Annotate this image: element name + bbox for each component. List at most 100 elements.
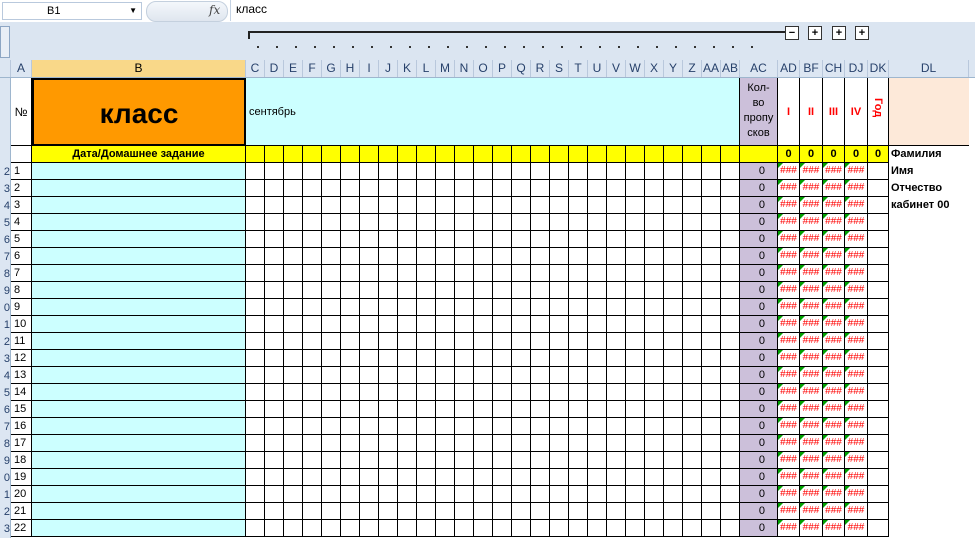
absence-count[interactable]: 0 (740, 248, 778, 265)
grade-cell[interactable] (436, 418, 455, 435)
grade-cell[interactable] (398, 401, 417, 418)
grade-cell[interactable] (607, 282, 626, 299)
row-header[interactable]: 4 (0, 198, 10, 215)
grade-cell[interactable] (455, 333, 474, 350)
empty-cell[interactable] (889, 520, 969, 537)
teacher-info[interactable]: Фамилия (889, 146, 969, 163)
row-header[interactable]: 8 (0, 436, 10, 453)
grade-cell[interactable] (550, 282, 569, 299)
grade-cell[interactable] (531, 367, 550, 384)
grade-cell[interactable] (683, 503, 702, 520)
quarter-grade[interactable]: ### (845, 435, 868, 452)
grade-cell[interactable] (550, 486, 569, 503)
grade-cell[interactable] (341, 401, 360, 418)
grade-cell[interactable] (569, 401, 588, 418)
grade-cell[interactable] (360, 248, 379, 265)
date-cell[interactable] (303, 146, 322, 163)
column-header[interactable]: G (322, 60, 341, 77)
grade-cell[interactable] (512, 299, 531, 316)
grade-cell[interactable] (588, 282, 607, 299)
grade-cell[interactable] (379, 316, 398, 333)
grade-cell[interactable] (664, 367, 683, 384)
grade-cell[interactable] (455, 197, 474, 214)
grade-cell[interactable] (702, 503, 721, 520)
column-header[interactable]: J (379, 60, 398, 77)
empty-cell[interactable] (889, 214, 969, 231)
grade-cell[interactable] (569, 452, 588, 469)
quarter-total[interactable]: 0 (823, 146, 845, 163)
student-name-cell[interactable] (32, 214, 246, 231)
year-grade-cell[interactable] (868, 520, 889, 537)
grade-cell[interactable] (512, 282, 531, 299)
quarter-grade[interactable]: ### (800, 452, 823, 469)
absence-count[interactable]: 0 (740, 197, 778, 214)
grade-cell[interactable] (550, 503, 569, 520)
grade-cell[interactable] (645, 265, 664, 282)
grade-cell[interactable] (588, 180, 607, 197)
quarter-grade[interactable]: ### (845, 197, 868, 214)
student-name-cell[interactable] (32, 299, 246, 316)
grade-cell[interactable] (455, 350, 474, 367)
grade-cell[interactable] (512, 435, 531, 452)
grade-cell[interactable] (607, 469, 626, 486)
row-header[interactable]: 9 (0, 453, 10, 470)
column-header[interactable]: Z (683, 60, 702, 77)
quarter-grade[interactable]: ### (778, 503, 800, 520)
grade-cell[interactable] (531, 486, 550, 503)
grade-cell[interactable] (664, 180, 683, 197)
month-header[interactable]: сентябрь (246, 78, 740, 146)
grade-cell[interactable] (702, 384, 721, 401)
grade-cell[interactable] (474, 435, 493, 452)
grade-cell[interactable] (569, 418, 588, 435)
grade-cell[interactable] (531, 316, 550, 333)
quarter-header[interactable]: IV (845, 78, 868, 146)
grade-cell[interactable] (246, 231, 265, 248)
grade-cell[interactable] (626, 299, 645, 316)
grade-cell[interactable] (379, 520, 398, 537)
grade-cell[interactable] (474, 418, 493, 435)
grade-cell[interactable] (436, 401, 455, 418)
year-grade-cell[interactable] (868, 384, 889, 401)
column-header[interactable]: S (550, 60, 569, 77)
grade-cell[interactable] (721, 486, 740, 503)
grade-cell[interactable] (322, 401, 341, 418)
row-header[interactable]: 6 (0, 402, 10, 419)
grade-cell[interactable] (379, 503, 398, 520)
grade-cell[interactable] (702, 469, 721, 486)
grade-cell[interactable] (246, 265, 265, 282)
year-grade-cell[interactable] (868, 333, 889, 350)
grade-cell[interactable] (322, 418, 341, 435)
quarter-grade[interactable]: ### (845, 333, 868, 350)
grade-cell[interactable] (398, 520, 417, 537)
quarter-grade[interactable]: ### (800, 435, 823, 452)
date-cell[interactable] (569, 146, 588, 163)
grade-cell[interactable] (379, 384, 398, 401)
quarter-grade[interactable]: ### (845, 384, 868, 401)
grade-cell[interactable] (303, 197, 322, 214)
grade-cell[interactable] (455, 367, 474, 384)
absence-count[interactable]: 0 (740, 214, 778, 231)
grade-cell[interactable] (645, 503, 664, 520)
grade-cell[interactable] (683, 265, 702, 282)
grade-cell[interactable] (474, 452, 493, 469)
grade-cell[interactable] (360, 384, 379, 401)
grade-cell[interactable] (417, 197, 436, 214)
grade-cell[interactable] (360, 333, 379, 350)
grade-cell[interactable] (569, 486, 588, 503)
empty-cell[interactable] (889, 418, 969, 435)
grade-cell[interactable] (303, 231, 322, 248)
grade-cell[interactable] (341, 180, 360, 197)
row-number[interactable]: 7 (11, 265, 32, 282)
grade-cell[interactable] (531, 401, 550, 418)
column-header[interactable]: AC (740, 60, 778, 77)
grade-cell[interactable] (455, 384, 474, 401)
row-number[interactable]: 8 (11, 282, 32, 299)
grade-cell[interactable] (531, 299, 550, 316)
row-header[interactable]: 9 (0, 283, 10, 300)
year-grade-cell[interactable] (868, 197, 889, 214)
grade-cell[interactable] (341, 350, 360, 367)
grade-cell[interactable] (531, 350, 550, 367)
year-grade-cell[interactable] (868, 503, 889, 520)
row-header[interactable]: 1 (0, 487, 10, 504)
grade-cell[interactable] (398, 316, 417, 333)
